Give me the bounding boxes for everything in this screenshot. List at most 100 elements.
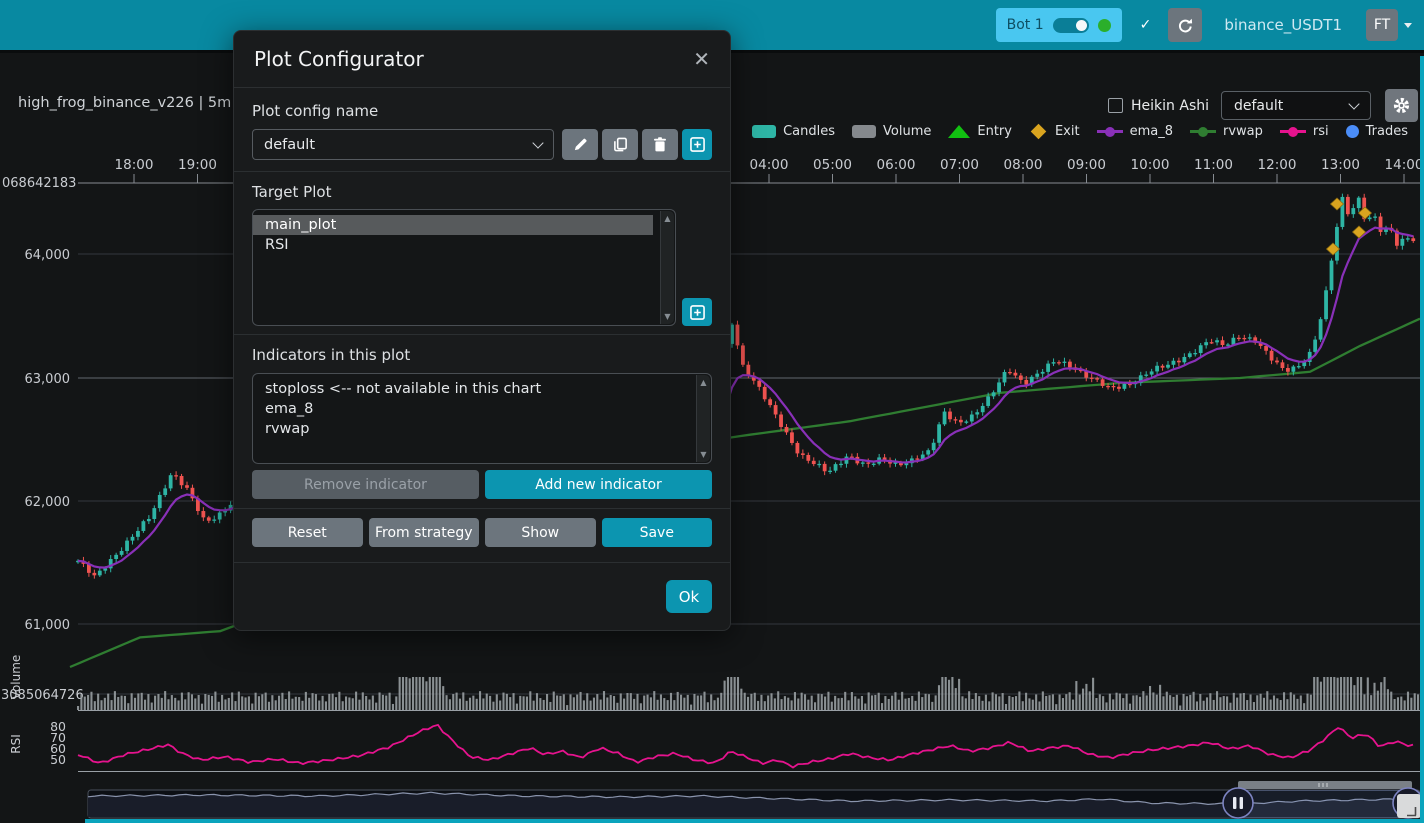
- candle-body: [1117, 387, 1121, 389]
- candle-body: [1406, 238, 1410, 239]
- from-strategy-button[interactable]: From strategy: [369, 518, 480, 547]
- refresh-button[interactable]: [1168, 8, 1202, 42]
- volume-bar: [1152, 692, 1154, 710]
- volume-bar: [941, 677, 943, 710]
- legend-item-Volume[interactable]: Volume: [852, 124, 931, 139]
- plot-configurator-button[interactable]: [1385, 89, 1418, 122]
- horizontal-scrollbar[interactable]: [1238, 781, 1412, 789]
- volume-bar: [851, 692, 853, 710]
- add-plot-button[interactable]: [682, 298, 712, 326]
- candle-body: [866, 462, 870, 463]
- legend-item-ema_8[interactable]: ema_8: [1097, 124, 1173, 139]
- scrollbar[interactable]: ▲▼: [660, 211, 674, 324]
- ok-button[interactable]: Ok: [666, 580, 712, 613]
- scrollbar[interactable]: ▲▼: [696, 375, 710, 462]
- volume-bar: [1306, 694, 1308, 710]
- candle-body: [915, 458, 919, 459]
- volume-bar: [456, 693, 458, 710]
- volume-bar: [647, 695, 649, 710]
- scroll-up-icon[interactable]: ▲: [697, 378, 710, 387]
- candle-body: [997, 382, 1001, 392]
- candle-body: [1106, 386, 1110, 387]
- volume-bar: [1105, 702, 1107, 710]
- volume-bar: [472, 696, 474, 710]
- legend-item-Exit[interactable]: Exit: [1029, 124, 1080, 139]
- volume-bar: [878, 693, 880, 710]
- volume-bar: [770, 693, 772, 710]
- candle-body: [1270, 351, 1274, 361]
- scroll-down-icon[interactable]: ▼: [697, 450, 710, 459]
- volume-bar: [556, 695, 558, 710]
- candle-body: [185, 485, 189, 488]
- save-button[interactable]: Save: [602, 518, 713, 547]
- volume-bar: [1283, 692, 1285, 710]
- indicator-option[interactable]: rvwap: [253, 419, 693, 439]
- ft-logo-button[interactable]: FT: [1366, 9, 1398, 41]
- volume-bar: [1407, 692, 1409, 710]
- rsi-line: [78, 725, 1413, 768]
- legend-item-Trades[interactable]: Trades: [1346, 124, 1408, 139]
- legend-item-rsi[interactable]: rsi: [1280, 124, 1329, 139]
- volume-bar: [425, 681, 427, 710]
- resize-handle[interactable]: [1397, 794, 1421, 818]
- bot-selector-badge[interactable]: Bot 1: [996, 8, 1122, 42]
- indicators-label: Indicators in this plot: [252, 346, 712, 364]
- target-plot-listbox[interactable]: main_plotRSI▲▼: [252, 209, 676, 326]
- volume-bar: [121, 696, 123, 710]
- delete-config-button[interactable]: [642, 129, 678, 160]
- volume-bar: [104, 698, 106, 710]
- volume-bar: [848, 700, 850, 710]
- candle-body: [1166, 365, 1170, 368]
- duplicate-config-button[interactable]: [602, 129, 638, 160]
- candle-body: [114, 555, 118, 559]
- candle-body: [959, 420, 963, 422]
- volume-bar: [1404, 700, 1406, 710]
- heikin-ashi-checkbox[interactable]: [1108, 98, 1123, 113]
- indicator-option[interactable]: stoploss <-- not available in this chart: [253, 379, 693, 399]
- indicator-option[interactable]: ema_8: [253, 399, 693, 419]
- volume-bar: [1075, 681, 1077, 710]
- candle-body: [1155, 366, 1159, 372]
- candle-body: [926, 450, 930, 454]
- volume-bar: [1239, 693, 1241, 710]
- volume-bar: [1303, 703, 1305, 710]
- legend-item-Candles[interactable]: Candles: [752, 124, 835, 139]
- instance-name: binance_USDT1: [1224, 16, 1342, 34]
- candle-body: [1313, 340, 1317, 352]
- volume-bar: [757, 701, 759, 710]
- candle-body: [1297, 366, 1301, 367]
- reset-button[interactable]: Reset: [252, 518, 363, 547]
- plot-config-select[interactable]: default: [1221, 91, 1371, 120]
- volume-bar: [181, 693, 183, 710]
- volume-bar: [1069, 692, 1071, 710]
- chart-title: high_frog_binance_v226 | 5m: [18, 95, 231, 111]
- volume-bar: [727, 677, 729, 710]
- config-name-select[interactable]: default: [252, 129, 554, 160]
- toggle-knob: [1076, 20, 1087, 31]
- target-plot-option-main_plot[interactable]: main_plot: [253, 215, 653, 235]
- caret-down-icon[interactable]: [1404, 23, 1412, 28]
- legend-item-Entry[interactable]: Entry: [948, 124, 1012, 139]
- rename-config-button[interactable]: [562, 129, 598, 160]
- add-config-button[interactable]: [682, 129, 712, 160]
- bot-toggle[interactable]: [1053, 18, 1089, 33]
- volume-bar: [154, 696, 156, 710]
- close-icon[interactable]: ✕: [693, 47, 710, 71]
- volume-bar: [1035, 694, 1037, 710]
- target-plot-option-RSI[interactable]: RSI: [253, 235, 657, 255]
- volume-bar: [663, 698, 665, 710]
- scroll-up-icon[interactable]: ▲: [661, 214, 674, 223]
- navigator-handle[interactable]: [1223, 788, 1253, 818]
- legend-item-rvwap[interactable]: rvwap: [1190, 124, 1263, 139]
- add-new-indicator-button[interactable]: Add new indicator: [485, 470, 712, 499]
- volume-bar: [1417, 694, 1419, 710]
- remove-indicator-button[interactable]: Remove indicator: [252, 470, 479, 499]
- show-button[interactable]: Show: [485, 518, 596, 547]
- volume-bar: [382, 695, 384, 710]
- volume-bar: [469, 698, 471, 710]
- indicators-listbox[interactable]: stoploss <-- not available in this chart…: [252, 373, 712, 464]
- scroll-down-icon[interactable]: ▼: [661, 312, 674, 321]
- volume-bar: [1085, 684, 1087, 710]
- rsi-pane-label: RSI: [9, 734, 23, 754]
- candle-body: [1052, 362, 1056, 363]
